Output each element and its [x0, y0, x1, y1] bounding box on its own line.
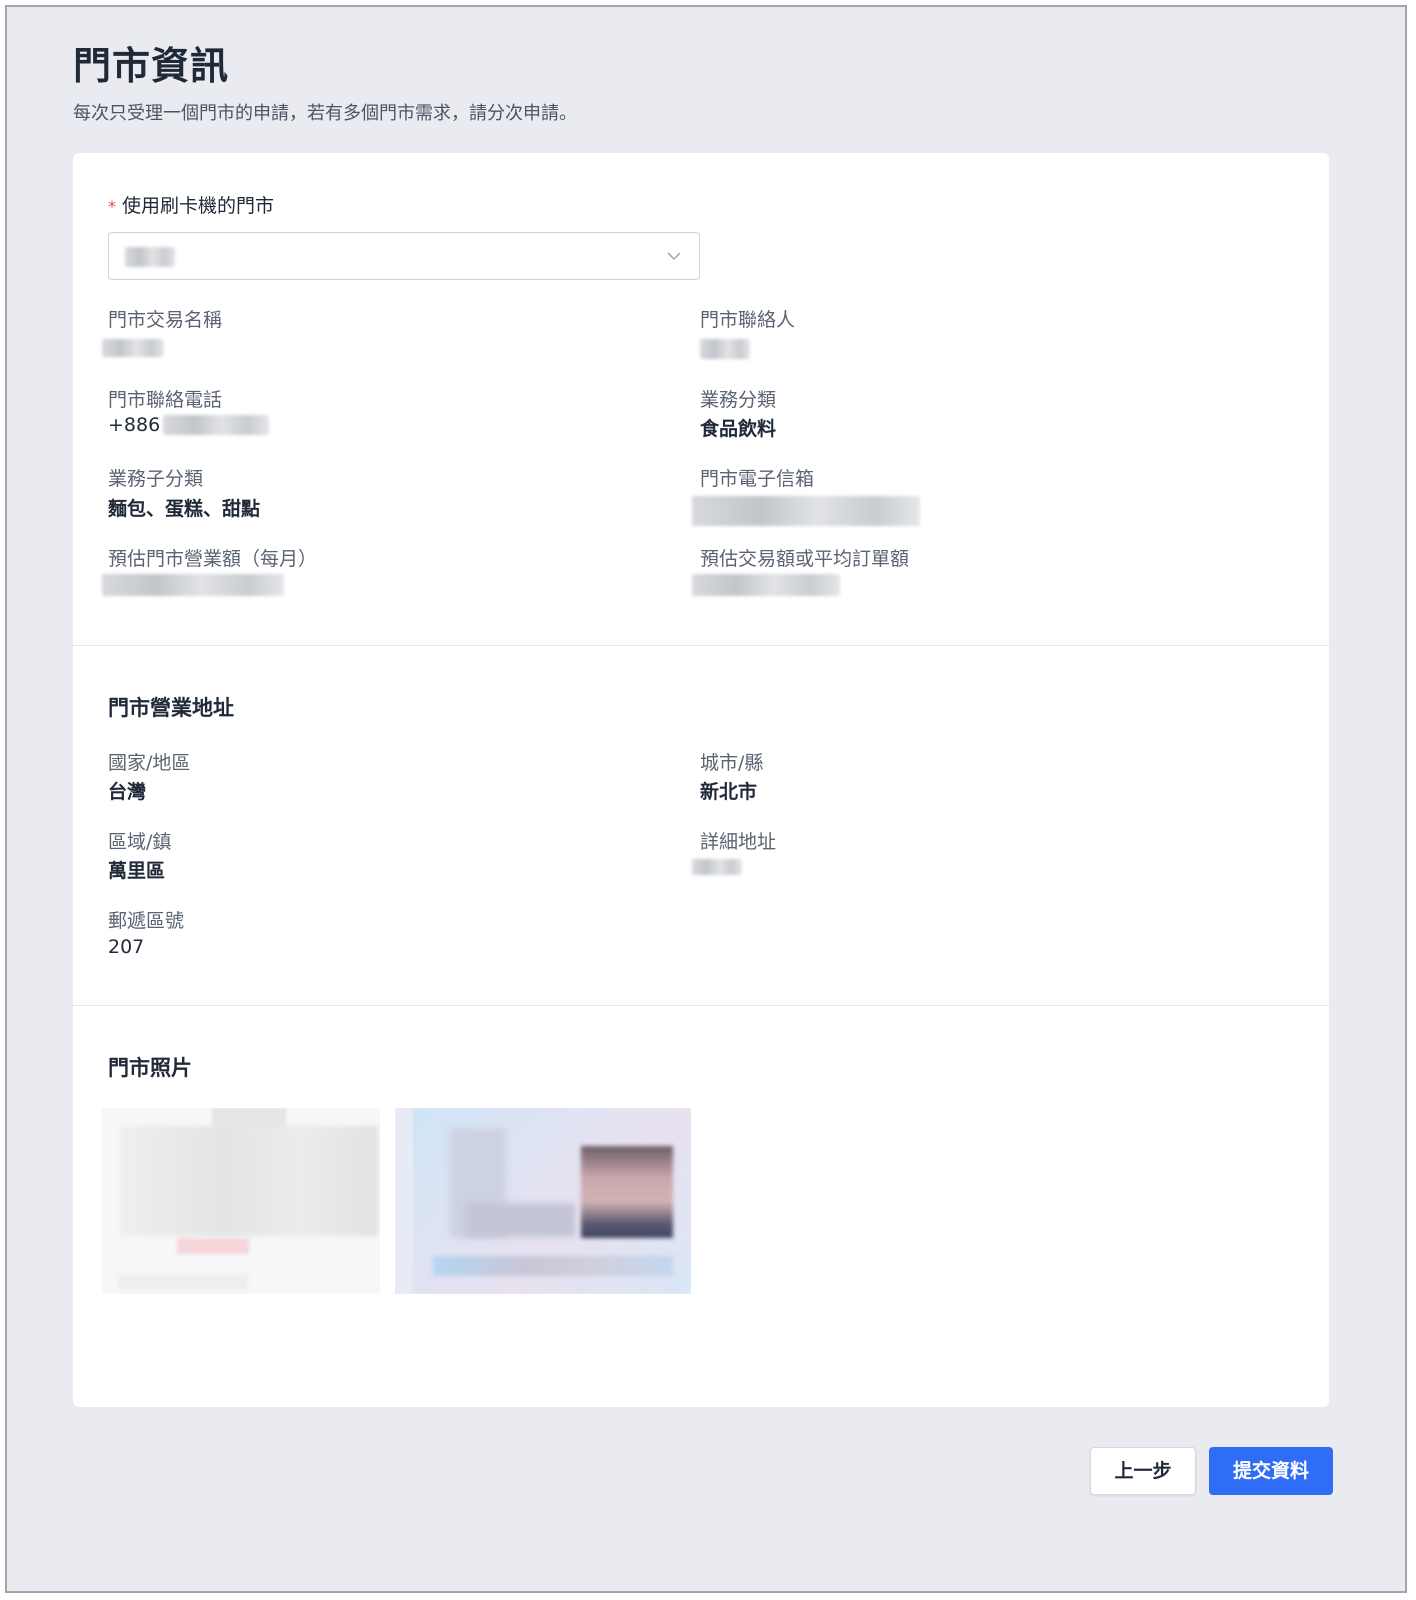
page-subtitle: 每次只受理一個門市的申請，若有多個門市需求，請分次申請。	[73, 103, 577, 124]
prev-step-button[interactable]: 上一步	[1090, 1447, 1196, 1495]
redacted-trade-name	[102, 339, 164, 357]
district-label: 區域/鎮	[108, 831, 172, 853]
redacted-avg-order	[692, 574, 840, 596]
detail-address-label: 詳細地址	[700, 831, 777, 853]
photo-pixel-block	[118, 1274, 248, 1290]
store-select-label-text: 使用刷卡機的門市	[122, 195, 275, 217]
redacted-store-name	[125, 247, 175, 267]
email-label: 門市電子信箱	[700, 468, 815, 490]
redacted-detail-address	[692, 859, 742, 875]
photo-pixel-block	[212, 1108, 286, 1128]
subcategory-value: 麵包、蛋糕、甜點	[108, 498, 261, 520]
monthly-revenue-label: 預估門市營業額（每月）	[108, 548, 318, 570]
city-label: 城市/縣	[700, 752, 764, 774]
category-value: 食品飲料	[700, 418, 777, 440]
country-value: 台灣	[108, 781, 147, 803]
store-info-card: * 使用刷卡機的門市 門市交易名稱 門市聯絡人 門市聯絡電話 +886 業務分類 …	[73, 153, 1329, 1407]
photo-pixel-block	[581, 1146, 673, 1238]
section-divider	[73, 1005, 1329, 1006]
postal-label: 郵遞區號	[108, 910, 185, 932]
avg-order-label: 預估交易額或平均訂單額	[700, 548, 910, 570]
redacted-contact	[700, 339, 750, 359]
redacted-email	[692, 496, 920, 526]
photos-section-title: 門市照片	[108, 1056, 192, 1080]
subcategory-label: 業務子分類	[108, 468, 204, 490]
category-label: 業務分類	[700, 389, 777, 411]
store-select[interactable]	[108, 232, 700, 280]
id-card-photo-thumbnail[interactable]	[395, 1108, 691, 1294]
chevron-down-icon	[667, 252, 681, 261]
city-value: 新北市	[700, 781, 758, 803]
store-select-label: * 使用刷卡機的門市	[108, 191, 274, 218]
trade-name-label: 門市交易名稱	[108, 309, 223, 331]
redacted-phone	[163, 415, 269, 435]
photo-pixel-block	[465, 1203, 575, 1237]
store-photo-thumbnail[interactable]	[102, 1108, 380, 1294]
address-section-title: 門市營業地址	[108, 696, 234, 720]
district-value: 萬里區	[108, 860, 166, 882]
submit-button[interactable]: 提交資料	[1209, 1447, 1333, 1495]
photo-pixel-block	[433, 1256, 673, 1276]
photo-pixel-block	[177, 1238, 249, 1254]
photo-pixel-block	[120, 1126, 378, 1236]
phone-prefix: +886	[108, 414, 161, 436]
country-label: 國家/地區	[108, 752, 191, 774]
required-mark: *	[108, 197, 116, 216]
contact-label: 門市聯絡人	[700, 309, 796, 331]
section-divider	[73, 645, 1329, 646]
phone-label: 門市聯絡電話	[108, 389, 223, 411]
page-frame: 門市資訊 每次只受理一個門市的申請，若有多個門市需求，請分次申請。 * 使用刷卡機…	[5, 5, 1407, 1593]
page-title: 門市資訊	[73, 44, 230, 88]
postal-value: 207	[108, 936, 145, 958]
redacted-monthly-revenue	[102, 574, 284, 596]
